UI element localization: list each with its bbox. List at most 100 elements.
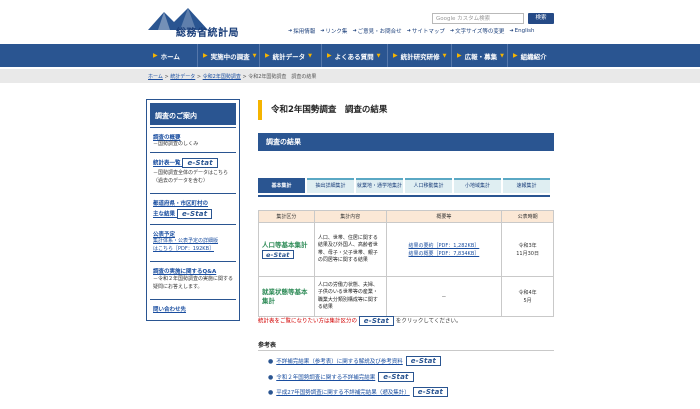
nav-item-surveys[interactable]: ▶ 実施中の調査 ▼ — [198, 44, 260, 67]
breadcrumb-current: 令和2年国勢調査 調査の結果 — [248, 74, 317, 80]
util-link-contact[interactable]: ➜ ご意見・お問合せ — [352, 27, 401, 35]
sidebar-heading: 調査のご案内 — [150, 103, 236, 125]
result-tabs: 基本集計 抽出詳細集計 就業地・通学地集計 人口移動集計 小地域集計 速報集計 — [258, 178, 550, 194]
reference-link[interactable]: 平成27年国勢調査に関する不詳補完結果（遡及集計） — [276, 388, 410, 396]
sidebar-item-overview[interactable]: 調査の概要 — [153, 133, 181, 141]
estat-logo[interactable]: e-Stat — [262, 249, 294, 259]
sidebar-link-schedule-pdf[interactable]: はこちら［PDF：192KB］ — [153, 246, 214, 254]
sidebar-divider — [150, 224, 236, 225]
arrow-right-icon: ➜ — [509, 28, 514, 34]
row-category-cell: 就業状態等基本集計 — [258, 276, 315, 317]
reference-item: ● 平成27年国勢調査に関する不詳補完結果（遡及集計） e-Stat — [268, 387, 449, 397]
table-header: 概要等 — [385, 210, 503, 223]
sidebar-divider — [150, 152, 236, 153]
tab-sample-detail[interactable]: 抽出詳細集計 — [307, 178, 354, 193]
estat-logo: e-Stat — [358, 316, 395, 326]
sidebar-divider — [150, 193, 236, 194]
sidebar-item-tables[interactable]: 統計表一覧 e-Stat — [153, 158, 218, 168]
estat-logo[interactable]: e-Stat — [405, 356, 442, 366]
nav-item-pr[interactable]: ▶ 広報・募集 ▼ — [452, 44, 508, 67]
tab-workplace-school[interactable]: 就業地・通学地集計 — [356, 178, 403, 193]
triangle-right-icon: ▶ — [153, 52, 158, 59]
search-input[interactable]: Google カスタム検索 — [432, 13, 524, 24]
reference-link[interactable]: 令和２年国勢調査に関する不詳補完結果 — [276, 373, 375, 381]
sidebar-item-qa[interactable]: 調査の実施に関するQ&A — [153, 267, 216, 275]
breadcrumb-statistics[interactable]: 統計データ — [170, 74, 195, 80]
breadcrumb-census[interactable]: 令和2年国勢調査 — [203, 74, 241, 80]
sidebar-divider — [150, 261, 236, 262]
chevron-down-icon: ▼ — [442, 52, 447, 59]
breadcrumb-sep: > — [196, 74, 202, 80]
notice: 統計表をご覧になりたい方は集計区分の e-Stat をクリックしてください。 — [258, 316, 462, 326]
breadcrumb-home[interactable]: ホーム — [148, 74, 163, 80]
util-link-textsize[interactable]: ➜ 文字サイズ等の変更 — [450, 27, 505, 35]
sidebar-divider — [150, 127, 236, 128]
nav-item-data[interactable]: ▶ 統計データ ▼ — [260, 44, 322, 67]
references-heading: 参考表 — [258, 342, 277, 349]
table-header: 公表時期 — [501, 210, 554, 223]
sidebar-divider — [150, 299, 236, 300]
chevron-down-icon: ▼ — [376, 52, 381, 59]
sidebar: 調査のご案内 調査の概要 －国勢調査のしくみ 統計表一覧 e-Stat －国勢調… — [146, 99, 240, 321]
sidebar-link-schedule-detail[interactable]: 集計体系・公表予定の詳細版 — [153, 238, 218, 246]
row-summary: － — [385, 276, 503, 317]
sidebar-item-prefecture[interactable]: 都道府県・市区町村の — [153, 199, 208, 207]
tab-basic[interactable]: 基本集計 — [258, 178, 305, 193]
tab-preliminary[interactable]: 速報集計 — [503, 178, 550, 193]
nav-item-organization[interactable]: ▶ 組織紹介 — [508, 44, 554, 67]
estat-logo[interactable]: e-Stat — [412, 387, 449, 397]
triangle-right-icon: ▶ — [457, 52, 462, 59]
row-summary-cell: 結果の要約［PDF：1,282KB］ 結果の概要［PDF：7,834KB］ — [385, 222, 503, 277]
bullet-icon: ● — [268, 357, 274, 365]
estat-logo[interactable]: e-Stat — [182, 158, 218, 168]
util-link-links[interactable]: ➜ リンク集 — [320, 27, 347, 35]
triangle-right-icon: ▶ — [393, 52, 398, 59]
bullet-icon: ● — [268, 373, 274, 381]
tab-small-area[interactable]: 小地域集計 — [454, 178, 501, 193]
row-category-name[interactable]: 就業状態等基本集計 — [262, 288, 311, 306]
section-heading: 調査の結果 — [258, 133, 554, 151]
results-table: 集計区分 集計内容 概要等 公表時期 人口等基本集計 e-Stat 人口、世帯、… — [258, 210, 554, 317]
arrow-right-icon: ➜ — [288, 28, 293, 34]
util-link-sitemap[interactable]: ➜ サイトマップ — [407, 27, 445, 35]
table-header: 集計内容 — [313, 210, 387, 223]
notice-red-text: 統計表をご覧になりたい方は集計区分の — [258, 318, 358, 325]
tab-migration[interactable]: 人口移動集計 — [405, 178, 452, 193]
summary-link[interactable]: 結果の概要［PDF：7,834KB］ — [390, 250, 499, 258]
sidebar-note-overview: －国勢調査のしくみ — [153, 141, 199, 147]
chevron-down-icon: ▼ — [252, 52, 257, 59]
nav-item-faq[interactable]: ▶ よくある質問 ▼ — [322, 44, 388, 67]
row-date: 令和3年 11月30日 — [501, 222, 554, 277]
row-category-cell: 人口等基本集計 e-Stat — [258, 222, 315, 277]
sidebar-item-schedule[interactable]: 公表予定 — [153, 230, 175, 238]
sidebar-item-contact[interactable]: 問い合わせ先 — [153, 305, 186, 313]
reference-link[interactable]: 不詳補完結果（参考表）に関する解説及び参考資料 — [276, 357, 403, 365]
table-header: 集計区分 — [258, 210, 315, 223]
breadcrumb: ホーム > 統計データ > 令和2年国勢調査 > 令和2年国勢調査 調査の結果 — [0, 69, 700, 83]
nav-item-research[interactable]: ▶ 統計研究研修 ▼ — [388, 44, 452, 67]
bullet-icon: ● — [268, 388, 274, 396]
triangle-right-icon: ▶ — [513, 52, 518, 59]
sidebar-note-qa: －令和２年国勢調査の実施に関する疑問にお答えします。 — [153, 276, 234, 290]
triangle-right-icon: ▶ — [203, 52, 208, 59]
sidebar-item-main-results[interactable]: 主な結果 e-Stat — [153, 209, 213, 219]
search-button[interactable]: 検索 — [528, 13, 554, 24]
arrow-right-icon: ➜ — [449, 28, 455, 34]
row-category-name: 人口等基本集計 — [262, 240, 308, 249]
row-content: 人口の労働力状態、夫婦、子供のいる世帯等の産業・職業大分類別構成等に関する結果 — [313, 276, 387, 317]
global-nav: ▶ ホーム ▶ 実施中の調査 ▼ ▶ 統計データ ▼ ▶ よくある質問 ▼ ▶ 統計研究研修 ▼ … — [0, 44, 700, 67]
util-link-recruit[interactable]: ➜ 採用情報 — [288, 27, 315, 35]
utility-links: ➜ 採用情報 ➜ リンク集 ➜ ご意見・お問合せ ➜ サイトマップ ➜ 文字サイズ等の変更… — [288, 27, 535, 35]
site-logo[interactable]: 総務省統計局 — [148, 8, 278, 40]
sidebar-note-tables: －国勢調査全体のデータはこちら（過去のデータを含む） — [153, 170, 229, 184]
estat-logo[interactable]: e-Stat — [378, 372, 414, 382]
breadcrumb-sep: > — [164, 74, 169, 80]
table-row: 就業状態等基本集計 人口の労働力状態、夫婦、子供のいる世帯等の産業・職業大分類別… — [258, 276, 554, 317]
nav-item-home[interactable]: ▶ ホーム — [148, 44, 198, 67]
notice-suffix: をクリックしてください。 — [395, 318, 462, 325]
table-row: 人口等基本集計 e-Stat 人口、世帯、住居に関する結果及び外国人、高齢者世帯… — [258, 222, 554, 277]
util-link-english[interactable]: ➜ English — [509, 27, 534, 35]
summary-link[interactable]: 結果の要約［PDF：1,282KB］ — [390, 242, 499, 250]
reference-item: ● 令和２年国勢調査に関する不詳補完結果 e-Stat — [268, 372, 414, 382]
estat-logo[interactable]: e-Stat — [176, 209, 213, 219]
